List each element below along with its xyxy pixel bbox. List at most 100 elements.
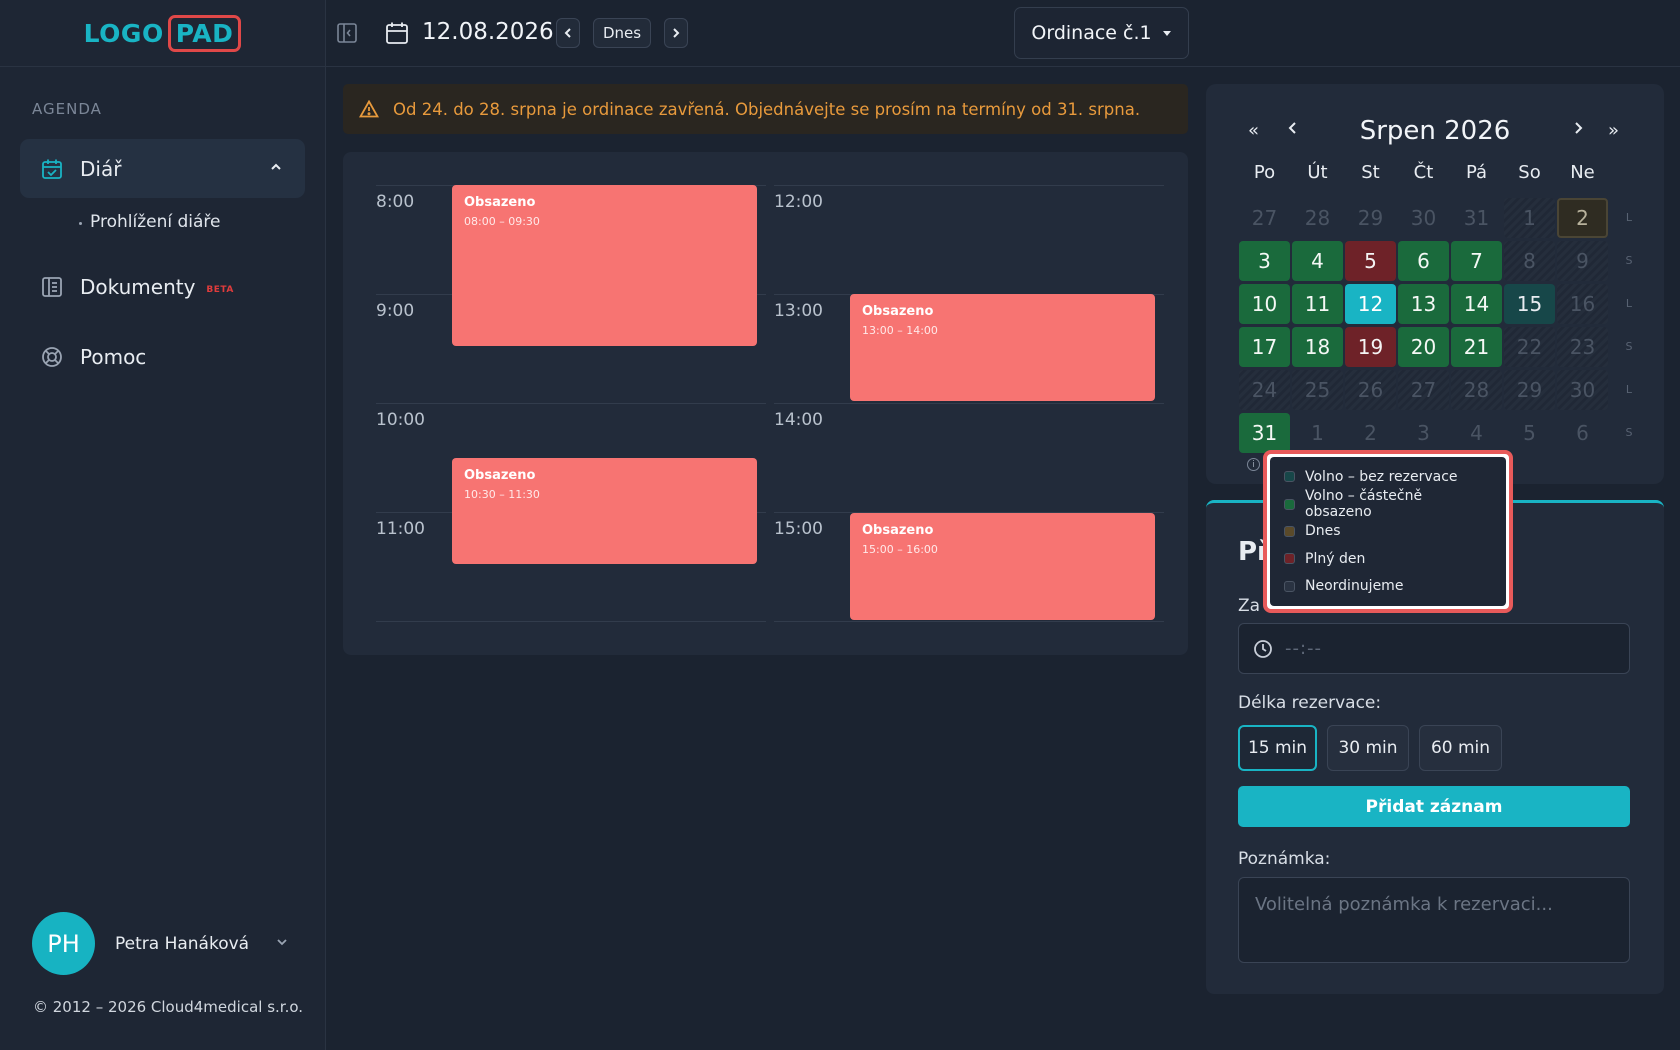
chevron-up-icon[interactable] [269, 159, 283, 178]
user-menu[interactable]: PH Petra Hanáková [32, 912, 289, 975]
calendar-day[interactable]: 17 [1239, 327, 1290, 367]
hour-slot[interactable]: 14:00 [774, 403, 1164, 512]
calendar-day[interactable]: 3 [1239, 241, 1290, 281]
bullet-dot [79, 222, 82, 225]
sidebar-subitem-label: Prohlížení diáře [90, 212, 221, 232]
calendar-day[interactable]: 25 [1292, 370, 1343, 410]
divider [376, 621, 766, 622]
caret-down-icon [1162, 31, 1171, 36]
time-input[interactable]: --:-- [1238, 623, 1630, 674]
calendar-day[interactable]: 2 [1557, 198, 1608, 238]
calendar-day[interactable]: 11 [1292, 284, 1343, 324]
today-button[interactable]: Dnes [593, 18, 651, 48]
calendar-day[interactable]: 22 [1504, 327, 1555, 367]
week-parity-label: L [1625, 383, 1633, 396]
calendar-day[interactable]: 28 [1451, 370, 1502, 410]
calendar-day[interactable]: 1 [1504, 198, 1555, 238]
calendar-day[interactable]: 31 [1451, 198, 1502, 238]
calendar-day[interactable]: 1 [1292, 413, 1343, 453]
calendar-day[interactable]: 18 [1292, 327, 1343, 367]
sidebar-subitem-prohlizeni[interactable]: Prohlížení diáře [79, 212, 221, 232]
chevron-down-icon [275, 934, 289, 953]
calendar-day[interactable]: 29 [1504, 370, 1555, 410]
note-textarea[interactable]: Volitelná poznámka k rezervaci... [1238, 877, 1630, 963]
next-month-button[interactable] [1571, 120, 1585, 141]
calendar-day[interactable]: 7 [1451, 241, 1502, 281]
clock-icon [1254, 639, 1272, 658]
last-month-button[interactable]: » [1608, 120, 1619, 141]
calendar-day[interactable]: 23 [1557, 327, 1608, 367]
chevron-right-icon [1575, 122, 1583, 134]
event-block[interactable]: Obsazeno 13:00 – 14:00 [850, 294, 1155, 401]
calendar-day[interactable]: 6 [1557, 413, 1608, 453]
calendar-day[interactable]: 12 [1345, 284, 1396, 324]
hour-slot[interactable]: 12:00 [774, 185, 1164, 294]
calendar-day[interactable]: 3 [1398, 413, 1449, 453]
event-time: 13:00 – 14:00 [862, 324, 938, 337]
calendar-day[interactable]: 9 [1557, 241, 1608, 281]
calendar-day[interactable]: 27 [1239, 198, 1290, 238]
calendar-day[interactable]: 8 [1504, 241, 1555, 281]
calendar-day[interactable]: 15 [1504, 284, 1555, 324]
current-date[interactable]: 12.08.2026 [422, 19, 554, 45]
calendar-day[interactable]: 6 [1398, 241, 1449, 281]
note-label: Poznámka: [1238, 849, 1331, 869]
calendar-title: Srpen 2026 [1359, 116, 1511, 146]
add-record-button[interactable]: Přidat záznam [1238, 786, 1630, 827]
calendar-day[interactable]: 30 [1398, 198, 1449, 238]
weekday-header: St [1361, 162, 1380, 183]
calendar-day[interactable]: 14 [1451, 284, 1502, 324]
calendar-day[interactable]: 5 [1345, 241, 1396, 281]
calendar-icon[interactable] [385, 21, 411, 47]
calendar-day[interactable]: 19 [1345, 327, 1396, 367]
duration-label: Délka rezervace: [1238, 693, 1382, 713]
duration-60-button[interactable]: 60 min [1419, 725, 1502, 771]
weekday-header: Čt [1413, 162, 1434, 183]
calendar-day[interactable]: 4 [1292, 241, 1343, 281]
next-day-button[interactable] [664, 18, 688, 48]
legend-label: Dnes [1305, 523, 1341, 540]
event-block[interactable]: Obsazeno 08:00 – 09:30 [452, 185, 757, 346]
calendar-day[interactable]: 31 [1239, 413, 1290, 453]
hour-label: 9:00 [376, 301, 415, 321]
info-icon[interactable]: i [1247, 458, 1260, 471]
prev-day-button[interactable] [556, 18, 580, 48]
calendar-day[interactable]: 28 [1292, 198, 1343, 238]
duration-30-button[interactable]: 30 min [1327, 725, 1409, 771]
event-block[interactable]: Obsazeno 15:00 – 16:00 [850, 513, 1155, 620]
calendar-day[interactable]: 16 [1557, 284, 1608, 324]
calendar-day[interactable]: 20 [1398, 327, 1449, 367]
hour-label: 13:00 [774, 301, 823, 321]
calendar-day[interactable]: 10 [1239, 284, 1290, 324]
office-select[interactable]: Ordinace č.1 [1014, 7, 1189, 59]
legend-label: Volno – bez rezervace [1305, 468, 1458, 485]
calendar-day[interactable]: 26 [1345, 370, 1396, 410]
avatar: PH [32, 912, 95, 975]
calendar-day[interactable]: 27 [1398, 370, 1449, 410]
sidebar-item-pomoc[interactable]: Pomoc [20, 327, 305, 386]
sidebar-item-label: Pomoc [80, 344, 147, 369]
calendar-day[interactable]: 29 [1345, 198, 1396, 238]
legend-item: Plný den [1284, 545, 1492, 572]
event-time: 15:00 – 16:00 [862, 543, 938, 556]
divider [774, 621, 1164, 622]
weekday-header: Ne [1570, 162, 1595, 183]
event-title: Obsazeno [464, 468, 536, 483]
calendar-day[interactable]: 5 [1504, 413, 1555, 453]
sidebar-item-diar[interactable]: Diář [20, 139, 305, 198]
calendar-day[interactable]: 30 [1557, 370, 1608, 410]
calendar-day[interactable]: 4 [1451, 413, 1502, 453]
calendar-day[interactable]: 13 [1398, 284, 1449, 324]
logo[interactable]: LOGO PAD [84, 14, 242, 52]
legend-swatch [1284, 471, 1295, 483]
hour-label: 15:00 [774, 519, 823, 539]
calendar-day[interactable]: 21 [1451, 327, 1502, 367]
event-block[interactable]: Obsazeno 10:30 – 11:30 [452, 458, 757, 564]
sidebar-item-dokumenty[interactable]: Dokumenty BETA [20, 257, 305, 316]
duration-15-button[interactable]: 15 min [1238, 725, 1317, 771]
event-title: Obsazeno [862, 523, 934, 538]
calendar-day[interactable]: 24 [1239, 370, 1290, 410]
sidebar-toggle-icon[interactable] [336, 22, 360, 46]
hour-label: 12:00 [774, 192, 823, 212]
calendar-day[interactable]: 2 [1345, 413, 1396, 453]
